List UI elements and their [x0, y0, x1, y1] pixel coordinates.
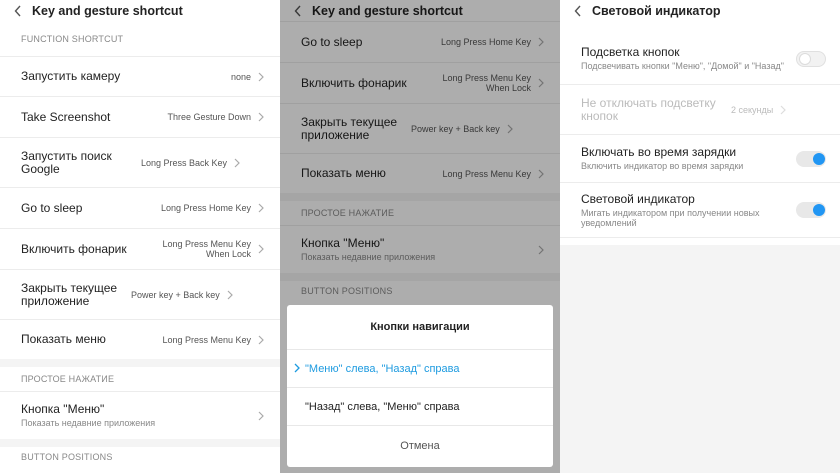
- row-label: Take Screenshot: [21, 109, 111, 124]
- row-sub: Мигать индикатором при получении новых у…: [581, 207, 760, 228]
- row-value: Long Press Menu Key: [162, 334, 251, 345]
- row-text: Кнопка "Меню" Показать недавние приложен…: [21, 402, 258, 429]
- chevron-right-icon: [294, 363, 302, 375]
- chevron-right-icon: [227, 289, 235, 301]
- row-show-menu[interactable]: Показать меню Long Press Menu Key: [0, 319, 280, 359]
- row-text: Световой индикатор Мигать индикатором пр…: [581, 191, 796, 228]
- row-button-backlight[interactable]: Подсветка кнопок Подсвечивать кнопки "Ме…: [560, 33, 840, 84]
- row-notification-indicator[interactable]: Световой индикатор Мигать индикатором пр…: [560, 182, 840, 238]
- row-value: none: [230, 71, 251, 82]
- chevron-right-icon: [258, 334, 266, 346]
- row-flashlight[interactable]: Включить фонарик Long Press Menu Key Whe…: [0, 228, 280, 269]
- divider: [0, 439, 280, 447]
- chevron-right-icon: [258, 202, 266, 214]
- header: Key and gesture shortcut: [0, 0, 280, 21]
- panel-shortcuts: Key and gesture shortcut FUNCTION SHORTC…: [0, 0, 280, 473]
- row-label: Запустить камеру: [21, 69, 121, 83]
- row-sub: Показать недавние приложения: [21, 418, 156, 428]
- option-label: "Назад" слева, "Меню" справа: [305, 400, 460, 413]
- row-label: Go to sleep: [21, 200, 83, 215]
- toggle-knob: [799, 52, 811, 65]
- option-label: "Меню" слева, "Назад" справа: [305, 362, 460, 375]
- row-value: Long Press Back Key: [141, 157, 228, 168]
- chevron-right-icon: [258, 243, 266, 255]
- row-label: Включить фонарик: [21, 241, 127, 256]
- button-backlight-toggle[interactable]: [796, 50, 826, 67]
- page-title: Световой индикатор: [592, 3, 721, 18]
- back-icon[interactable]: [10, 3, 26, 19]
- row-label: Включать во время зарядки: [581, 145, 737, 159]
- row-label: Закрыть текущее приложение: [21, 280, 118, 308]
- back-icon[interactable]: [570, 3, 586, 19]
- row-label: Запустить поиск Google: [21, 148, 112, 176]
- row-close-app[interactable]: Закрыть текущее приложение Power key + B…: [0, 269, 280, 319]
- notification-indicator-toggle[interactable]: [796, 202, 826, 218]
- row-label: Световой индикатор: [581, 191, 695, 206]
- dialog-option-back-left[interactable]: "Назад" слева, "Меню" справа: [287, 388, 553, 426]
- row-value: Long Press Menu Key When Lock: [162, 239, 251, 259]
- toggle-knob: [813, 204, 825, 216]
- row-text: Подсветка кнопок Подсвечивать кнопки "Ме…: [581, 45, 796, 72]
- row-text: Включать во время зарядки Включить индик…: [581, 145, 796, 172]
- row-screenshot[interactable]: Take Screenshot Three Gesture Down: [0, 96, 280, 137]
- dialog-option-menu-left[interactable]: "Меню" слева, "Назад" справа: [287, 350, 553, 388]
- empty-background: [560, 245, 840, 473]
- row-sub: Включить индикатор во время зарядки: [581, 161, 744, 171]
- chevron-right-icon: [258, 410, 266, 422]
- row-google-search[interactable]: Запустить поиск Google Long Press Back K…: [0, 137, 280, 187]
- row-value: Power key + Back key: [131, 289, 220, 300]
- row-label: Кнопка "Меню": [21, 402, 105, 416]
- navigation-buttons-dialog: Кнопки навигации "Меню" слева, "Назад" с…: [287, 305, 553, 467]
- row-menu-key[interactable]: Кнопка "Меню" Показать недавние приложен…: [0, 391, 280, 439]
- cancel-button[interactable]: Отмена: [287, 426, 553, 466]
- section-header-function: FUNCTION SHORTCUT: [21, 33, 124, 44]
- panel-shortcuts-dialog: Key and gesture shortcut Go to sleep Lon…: [280, 0, 560, 473]
- header: Световой индикатор: [560, 0, 840, 21]
- row-value: Three Gesture Down: [167, 112, 251, 122]
- panel-light-indicator: Световой индикатор Подсветка кнопок Подс…: [560, 0, 840, 473]
- chevron-right-icon: [258, 111, 266, 123]
- toggle-knob: [813, 152, 825, 165]
- row-sleep[interactable]: Go to sleep Long Press Home Key: [0, 187, 280, 228]
- row-sub: Подсвечивать кнопки "Меню", "Домой" и "Н…: [581, 61, 784, 71]
- chevron-right-icon: [234, 157, 242, 169]
- row-label: Показать меню: [21, 332, 106, 346]
- chevron-right-icon: [258, 71, 266, 83]
- divider: [0, 359, 280, 367]
- row-label: Подсветка кнопок: [581, 45, 680, 59]
- row-camera[interactable]: Запустить камеру none: [0, 56, 280, 96]
- row-value: 2 секунды: [731, 104, 774, 115]
- chevron-right-icon: [780, 104, 788, 116]
- row-label: Не отключать подсветку кнопок: [581, 95, 716, 123]
- section-header-positions: BUTTON POSITIONS: [21, 452, 113, 462]
- row-value: Long Press Home Key: [160, 203, 251, 213]
- row-charging-indicator[interactable]: Включать во время зарядки Включить индик…: [560, 134, 840, 182]
- dialog-title: Кнопки навигации: [287, 305, 553, 350]
- row-keep-backlight[interactable]: Не отключать подсветку кнопок 2 секунды: [560, 84, 840, 134]
- charging-indicator-toggle[interactable]: [796, 150, 826, 167]
- section-header-simple: ПРОСТОЕ НАЖАТИЕ: [21, 374, 115, 384]
- page-title: Key and gesture shortcut: [32, 3, 183, 18]
